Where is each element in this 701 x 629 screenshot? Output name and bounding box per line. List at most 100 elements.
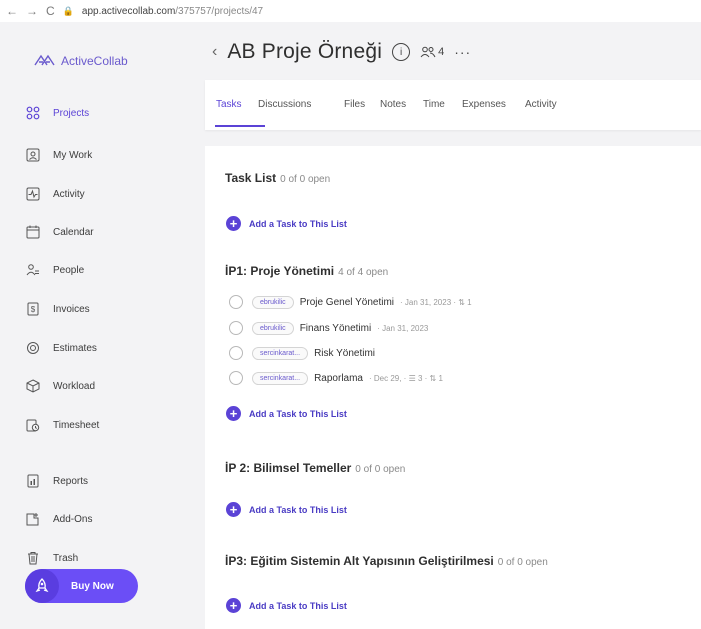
add-ons-icon: [26, 513, 39, 526]
more-options-icon[interactable]: ···: [454, 44, 471, 60]
task-row[interactable]: sercinkarat... Risk Yönetimi: [229, 345, 381, 361]
svg-text:$: $: [31, 305, 36, 314]
plus-icon: +: [226, 406, 241, 421]
task-meta: · Jan 31, 2023: [377, 323, 429, 333]
assignee-badge[interactable]: sercinkarat...: [252, 346, 309, 360]
task-list-title[interactable]: İP 2: Bilimsel Temeller 0 of 0 open: [225, 461, 405, 475]
my-work-icon: [26, 148, 40, 162]
members-button[interactable]: 4: [420, 46, 444, 58]
people-icon: [420, 46, 436, 58]
sidebar-item-label: People: [53, 264, 85, 276]
app-logo[interactable]: ActiveCollab: [33, 52, 128, 70]
add-task-button[interactable]: + Add a Task to This List: [226, 598, 347, 613]
tab-time[interactable]: Time: [423, 99, 445, 110]
add-task-button[interactable]: + Add a Task to This List: [226, 502, 347, 517]
projects-icon: [26, 106, 40, 120]
timesheet-icon: [26, 419, 40, 432]
browser-bar: ← → C 🔒 app.activecollab.com/375757/proj…: [0, 0, 701, 22]
sidebar-item-label: Activity: [53, 188, 85, 200]
app-name: ActiveCollab: [61, 54, 128, 68]
info-icon[interactable]: i: [392, 43, 411, 61]
task-checkbox[interactable]: [229, 295, 243, 309]
tab-activity[interactable]: Activity: [525, 99, 557, 110]
task-row[interactable]: sercinkarat... Raporlama · Dec 29, · ☰ 3…: [229, 370, 443, 386]
sidebar-item-invoices[interactable]: $ Invoices: [26, 302, 90, 316]
tab-discussions[interactable]: Discussions: [258, 99, 311, 110]
task-list-count: 0 of 0 open: [355, 464, 406, 475]
sidebar-item-projects[interactable]: Projects: [26, 106, 89, 120]
sidebar-item-label: Calendar: [53, 226, 94, 238]
calendar-icon: [26, 225, 40, 239]
sidebar-item-label: Estimates: [53, 342, 97, 354]
plus-icon: +: [226, 502, 241, 517]
buy-now-button[interactable]: Buy Now: [25, 569, 138, 603]
sidebar-item-label: Timesheet: [53, 419, 100, 431]
sidebar-item-calendar[interactable]: Calendar: [26, 225, 94, 239]
project-tabs: Tasks Discussions Files Notes Time Expen…: [205, 80, 701, 130]
task-lists-panel: Task List 0 of 0 open + Add a Task to Thi…: [205, 146, 701, 629]
assignee-badge[interactable]: sercinkarat...: [252, 371, 309, 385]
invoices-icon: $: [27, 302, 39, 316]
task-list-title[interactable]: İP1: Proje Yönetimi 4 of 4 open: [225, 264, 388, 278]
task-list-title[interactable]: İP3: Eğitim Sistemin Alt Yapısının Geliş…: [225, 554, 548, 568]
members-count: 4: [438, 46, 445, 58]
task-name[interactable]: Raporlama: [314, 373, 363, 384]
add-task-button[interactable]: + Add a Task to This List: [226, 406, 347, 421]
project-header: ‹ AB Proje Örneği i 4 ···: [212, 40, 471, 64]
sidebar: ActiveCollab Projects My Work Activity C…: [0, 22, 195, 629]
sidebar-item-activity[interactable]: Activity: [26, 187, 85, 201]
sidebar-item-label: Invoices: [53, 303, 90, 315]
sidebar-item-label: Reports: [53, 475, 89, 487]
url-bar[interactable]: app.activecollab.com/375757/projects/47: [82, 6, 263, 17]
page-title: AB Proje Örneği: [227, 40, 383, 63]
task-meta: · Jan 31, 2023 · ⇅ 1: [400, 297, 472, 307]
reload-icon[interactable]: C: [46, 4, 55, 18]
task-meta: · Dec 29, · ☰ 3 · ⇅ 1: [369, 373, 443, 383]
tab-notes[interactable]: Notes: [380, 99, 406, 110]
task-list-count: 0 of 0 open: [497, 557, 548, 568]
sidebar-item-workload[interactable]: Workload: [26, 379, 95, 393]
sidebar-item-trash[interactable]: Trash: [26, 551, 78, 565]
people-icon: [26, 264, 39, 276]
sidebar-item-label: Projects: [53, 107, 90, 119]
task-row[interactable]: ebrukilic Proje Genel Yönetimi · Jan 31,…: [229, 294, 472, 310]
lock-icon: 🔒: [62, 5, 74, 16]
task-list-count: 4 of 4 open: [338, 267, 389, 278]
back-chevron-icon[interactable]: ‹: [212, 43, 217, 61]
sidebar-item-label: Trash: [53, 552, 79, 564]
task-row[interactable]: ebrukilic Finans Yönetimi · Jan 31, 2023: [229, 320, 428, 336]
task-name[interactable]: Finans Yönetimi: [300, 323, 372, 334]
assignee-badge[interactable]: ebrukilic: [252, 321, 294, 335]
assignee-badge[interactable]: ebrukilic: [252, 295, 294, 309]
task-name[interactable]: Proje Genel Yönetimi: [300, 297, 394, 308]
task-list-title[interactable]: Task List 0 of 0 open: [225, 171, 330, 185]
sidebar-item-timesheet[interactable]: Timesheet: [26, 418, 99, 432]
forward-arrow-icon[interactable]: →: [26, 4, 38, 18]
activity-icon: [26, 187, 40, 201]
rocket-icon: [25, 569, 59, 603]
sidebar-item-label: My Work: [53, 149, 93, 161]
plus-icon: +: [226, 598, 241, 613]
task-checkbox[interactable]: [229, 346, 243, 360]
sidebar-item-label: Workload: [53, 380, 96, 392]
tab-tasks[interactable]: Tasks: [216, 99, 242, 110]
trash-icon: [28, 552, 38, 565]
task-list-count: 0 of 0 open: [280, 174, 331, 185]
sidebar-item-people[interactable]: People: [26, 263, 84, 277]
tab-expenses[interactable]: Expenses: [462, 99, 506, 110]
sidebar-item-add-ons[interactable]: Add-Ons: [26, 512, 92, 526]
sidebar-item-reports[interactable]: Reports: [26, 474, 88, 488]
reports-icon: [27, 474, 39, 488]
workload-icon: [26, 379, 40, 393]
activecollab-logo-icon: [34, 54, 55, 66]
task-checkbox[interactable]: [229, 371, 243, 385]
back-arrow-icon[interactable]: ←: [6, 4, 18, 18]
sidebar-item-my-work[interactable]: My Work: [26, 148, 92, 162]
sidebar-item-label: Add-Ons: [53, 513, 93, 525]
add-task-button[interactable]: + Add a Task to This List: [226, 216, 347, 231]
buy-now-label: Buy Now: [71, 580, 114, 592]
tab-files[interactable]: Files: [344, 99, 365, 110]
sidebar-item-estimates[interactable]: Estimates: [26, 341, 97, 355]
task-name[interactable]: Risk Yönetimi: [314, 348, 375, 359]
task-checkbox[interactable]: [229, 321, 243, 335]
